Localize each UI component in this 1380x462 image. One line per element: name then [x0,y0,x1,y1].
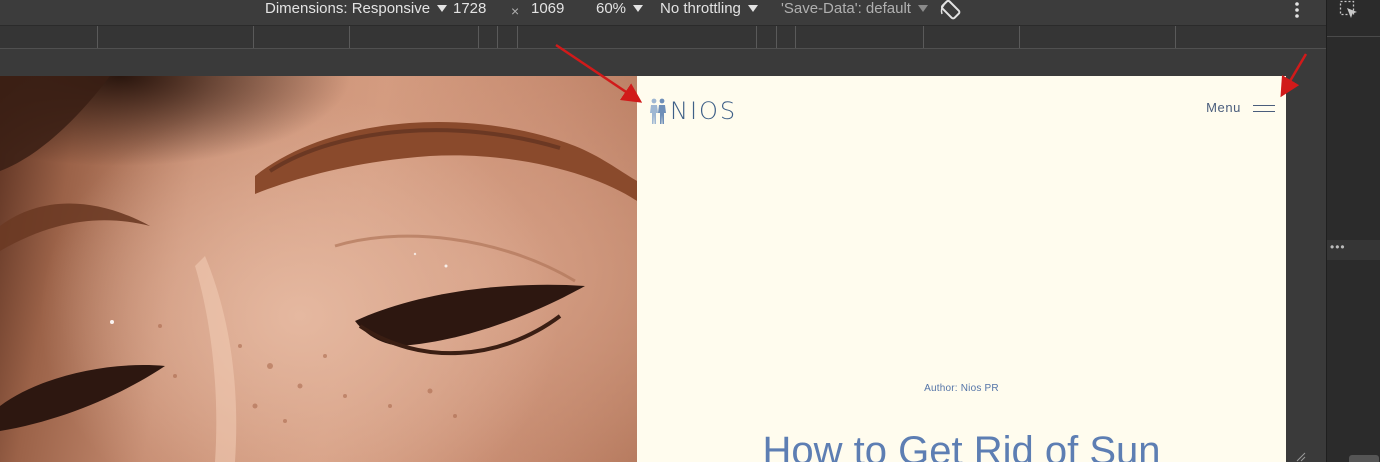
ruler-tick [795,26,796,48]
scrollbar-thumb[interactable] [1349,455,1379,462]
throttling-dropdown[interactable]: No throttling [660,0,758,25]
ruler-tick [478,26,479,48]
menu-button[interactable]: Menu [1206,100,1275,115]
post-author[interactable]: Author: Nios PR [637,383,1286,394]
devtools-window: Dimensions: Responsive 1728 × 1069 60% N… [0,0,1380,462]
viewport-top-gutter [0,50,1326,76]
viewport-right-gutter [1286,76,1326,462]
zoom-value: 60% [596,0,627,17]
times-sign: × [511,3,520,19]
height-input[interactable]: 1069 [531,0,564,25]
media-query-bar[interactable] [0,25,1326,49]
width-input[interactable]: 1728 [453,0,486,25]
ruler-tick [1175,26,1176,48]
ruler-tick [923,26,924,48]
ruler-tick [756,26,757,48]
ruler-tick [776,26,777,48]
ruler-tick [253,26,254,48]
throttling-value: No throttling [660,0,741,17]
closed-eyes-illustration [0,76,637,462]
zoom-dropdown[interactable]: 60% [596,0,644,25]
dimensions-label: Dimensions: Responsive [265,0,431,17]
ruler-tick [1019,26,1020,48]
chevron-down-icon [917,5,928,12]
width-value: 1728 [453,0,487,17]
website-page: NIOS Menu Author: Nios PR How to Get Rid… [637,76,1286,462]
save-data-value: 'Save-Data': default [781,0,911,17]
times-separator: × [511,2,519,27]
logo-figures-icon [650,98,666,124]
ruler-tick [497,26,498,48]
side-divider [1327,36,1380,37]
save-data-dropdown[interactable]: 'Save-Data': default [781,0,928,25]
chevron-down-icon [633,5,644,12]
emulated-viewport[interactable]: NIOS Menu Author: Nios PR How to Get Rid… [0,76,1286,462]
resize-handle-icon[interactable] [1296,452,1306,462]
menu-label: Menu [1206,100,1241,115]
more-tabs-button[interactable]: ••• [1327,240,1380,260]
hamburger-icon [1253,103,1275,113]
chevron-down-icon [437,5,448,12]
kebab-icon[interactable] [1288,1,1306,19]
ruler-tick [517,26,518,48]
site-logo[interactable]: NIOS [648,96,737,126]
devtools-side-panel: ••• [1326,0,1380,462]
device-toolbar: Dimensions: Responsive 1728 × 1069 60% N… [0,0,1326,25]
inspect-element-icon[interactable] [1339,0,1359,20]
ruler-tick [97,26,98,48]
ruler-tick [349,26,350,48]
post-title: How to Get Rid of Sun [762,429,1161,462]
height-value: 1069 [531,0,565,17]
rotate-icon[interactable] [939,0,963,20]
hero-photo [0,76,637,462]
logo-text: NIOS [670,97,738,125]
dimensions-dropdown[interactable]: Dimensions: Responsive [265,0,448,25]
chevron-down-icon [747,5,758,12]
